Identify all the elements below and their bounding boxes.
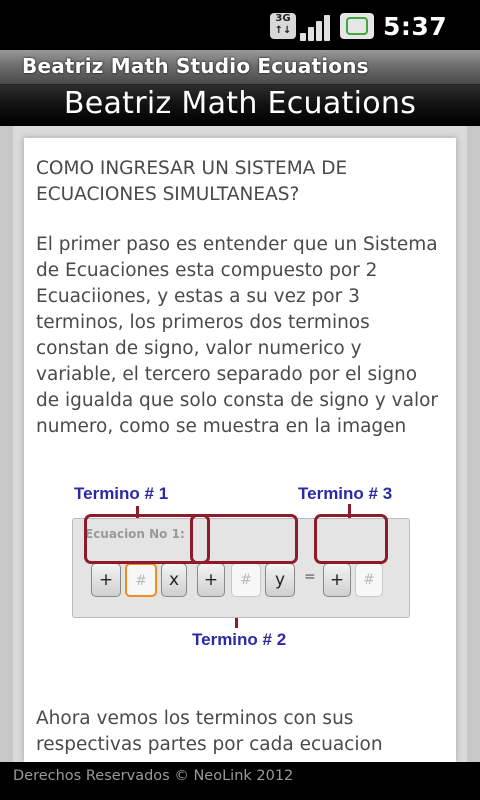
app-header: Beatriz Math Ecuations [0, 85, 480, 126]
intro-paragraph: El primer paso es entender que un Sistem… [36, 234, 439, 437]
numeric-key: # [355, 563, 383, 597]
equation-diagram: Termino # 1 Termino # 3 Termino # 2 Ecua… [24, 478, 456, 668]
window-title: Beatriz Math Studio Ecuations [22, 54, 369, 78]
app-title: Beatriz Math Ecuations [63, 86, 417, 121]
copyright-text: Derechos Reservados © NeoLink 2012 [13, 768, 294, 784]
numeric-key: # [231, 563, 261, 597]
status-bar: 3G↑↓ 5:37 AM [0, 0, 480, 69]
signal-strength-icon [300, 13, 334, 41]
numeric-key: # [125, 563, 157, 597]
sign-key: + [323, 563, 351, 597]
variable-key: x [161, 563, 187, 597]
equals-sign: = [304, 569, 316, 585]
sign-key: + [197, 563, 225, 597]
termino-3-outline [314, 514, 388, 564]
battery-charging-icon [340, 13, 374, 39]
footer: Derechos Reservados © NeoLink 2012 [0, 762, 480, 800]
section-heading: COMO INGRESAR UN SISTEMA DE ECUACIONES S… [36, 158, 348, 205]
termino-3-label: Termino # 3 [298, 484, 393, 503]
content-page[interactable]: COMO INGRESAR UN SISTEMA DE ECUACIONES S… [24, 138, 456, 762]
termino-2-outline [190, 514, 298, 564]
termino-2-label: Termino # 2 [192, 630, 287, 649]
variable-key: y [265, 563, 295, 597]
sign-key: + [91, 563, 121, 597]
second-paragraph: Ahora vemos los terminos con sus respect… [36, 708, 383, 755]
termino-1-label: Termino # 1 [74, 484, 169, 503]
window-title-bar: Beatriz Math Studio Ecuations [0, 50, 480, 85]
network-3g-icon: 3G ↑↓ [270, 13, 296, 39]
